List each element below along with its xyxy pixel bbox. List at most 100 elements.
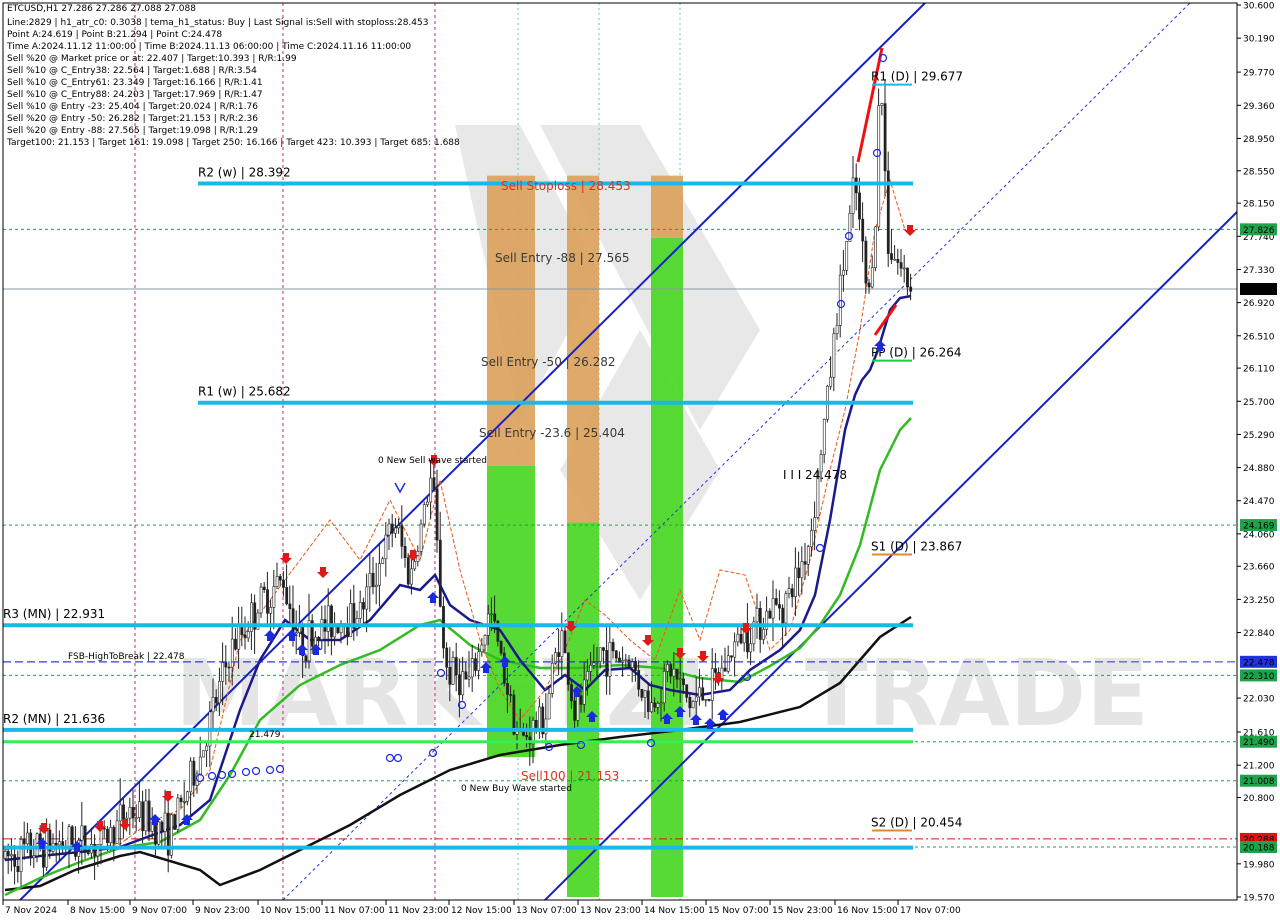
price-tag-label: 20.188	[1243, 844, 1275, 854]
candle-body	[432, 477, 436, 490]
candle-body	[490, 613, 493, 616]
candle-body	[397, 525, 401, 529]
candle-body	[614, 650, 618, 659]
daily-level-label: S1 (D) | 23.867	[871, 540, 962, 554]
candle-body	[70, 826, 74, 845]
candle-body	[403, 546, 407, 558]
candle-body	[483, 634, 487, 646]
candle-body	[192, 760, 196, 786]
target-zone	[567, 522, 599, 897]
zone-label: Sell Entry -50 | 26.282	[481, 355, 615, 369]
info-line: Sell %20 @ Market price or at: 22.407 | …	[7, 54, 297, 64]
candle-body	[349, 603, 353, 638]
candle-body	[698, 687, 701, 698]
candle-body	[749, 643, 753, 653]
candle-body	[576, 695, 580, 721]
candle-body	[189, 760, 193, 793]
candle-body	[896, 258, 900, 263]
candle-body	[275, 576, 279, 587]
candle-body	[797, 567, 801, 579]
candle-body	[406, 557, 410, 585]
candle-body	[320, 619, 324, 640]
candle-body	[659, 702, 663, 705]
candle-body	[285, 587, 289, 605]
candle-body	[509, 694, 513, 696]
candle-body	[890, 253, 893, 260]
candle-body	[272, 586, 276, 608]
candle-body	[262, 586, 266, 590]
info-line: Time A:2024.11.12 11:00:00 | Time B:2024…	[7, 42, 412, 52]
candle-body	[829, 376, 833, 387]
info-line: Sell %10 @ Entry -23: 25.404 | Target:20…	[7, 102, 258, 112]
y-tick-label: 19.980	[1243, 860, 1275, 870]
candle-body	[643, 690, 647, 698]
price-tag-label: 22.478	[1243, 658, 1275, 668]
candle-body	[42, 847, 45, 868]
x-tick-label: 12 Nov 15:00	[451, 906, 512, 916]
candle-body	[701, 687, 705, 701]
candle-body	[291, 608, 295, 635]
candle-body	[768, 610, 772, 619]
candle-body	[384, 534, 388, 560]
info-line: Sell %10 @ C_Entry88: 24.203 | Target:17…	[7, 90, 263, 100]
price-tag-label: 27.088	[1243, 286, 1275, 296]
x-tick-label: 11 Nov 07:00	[324, 906, 385, 916]
candle-body	[122, 804, 125, 821]
candle-body	[454, 657, 458, 676]
candle-body	[160, 821, 164, 832]
candle-body	[525, 734, 529, 738]
candle-body	[848, 212, 852, 242]
candle-body	[138, 801, 141, 818]
candle-body	[573, 700, 577, 721]
candle-body	[106, 828, 109, 844]
candle-body	[704, 698, 708, 701]
candle-body	[784, 593, 788, 624]
candle-body	[10, 854, 13, 857]
candle-body	[579, 695, 583, 705]
pivot-level-label: R3 (MN) | 22.931	[3, 607, 105, 621]
candle-body	[86, 852, 90, 854]
y-tick-label: 22.030	[1243, 695, 1275, 705]
pivot-level-label: R2 (w) | 28.392	[198, 166, 291, 180]
price-tag-label: 22.310	[1243, 672, 1275, 682]
candle-body	[22, 839, 26, 845]
candle-body	[774, 598, 778, 605]
candle-body	[637, 670, 641, 690]
candle-body	[474, 658, 477, 671]
candle-body	[832, 333, 836, 378]
candle-body	[506, 682, 509, 695]
candle-body	[141, 801, 145, 832]
candle-body	[243, 634, 247, 639]
candle-body	[458, 674, 461, 696]
candle-body	[6, 851, 10, 857]
candle-body	[374, 584, 378, 588]
candle-body	[224, 662, 228, 668]
candle-body	[426, 501, 429, 506]
candle-body	[246, 631, 250, 639]
candle-body	[176, 797, 180, 830]
candle-body	[624, 659, 628, 662]
price-tag-label: 21.008	[1243, 777, 1275, 787]
candle-body	[723, 667, 727, 672]
target-zone	[651, 237, 683, 897]
candle-body	[134, 817, 138, 819]
candle-body	[400, 525, 404, 547]
y-tick-label: 28.950	[1243, 135, 1275, 145]
info-line: Sell %10 @ C_Entry61: 23.349 | Target:16…	[7, 78, 263, 88]
wave-annotation: 0 New Sell wave started	[378, 456, 487, 466]
pivot-level-label: R2 (MN) | 21.636	[3, 712, 105, 726]
candle-body	[800, 561, 804, 579]
candle-body	[237, 624, 241, 650]
candle-body	[627, 659, 631, 668]
candle-body	[118, 804, 122, 822]
y-tick-label: 30.190	[1243, 35, 1275, 45]
candle-body	[163, 812, 167, 832]
candle-body	[214, 696, 218, 704]
candle-body	[378, 563, 381, 586]
candle-body	[54, 842, 58, 846]
candle-body	[902, 267, 906, 270]
candle-body	[317, 636, 321, 640]
candle-body	[422, 504, 426, 525]
candle-body	[326, 605, 330, 632]
candle-body	[154, 822, 157, 845]
